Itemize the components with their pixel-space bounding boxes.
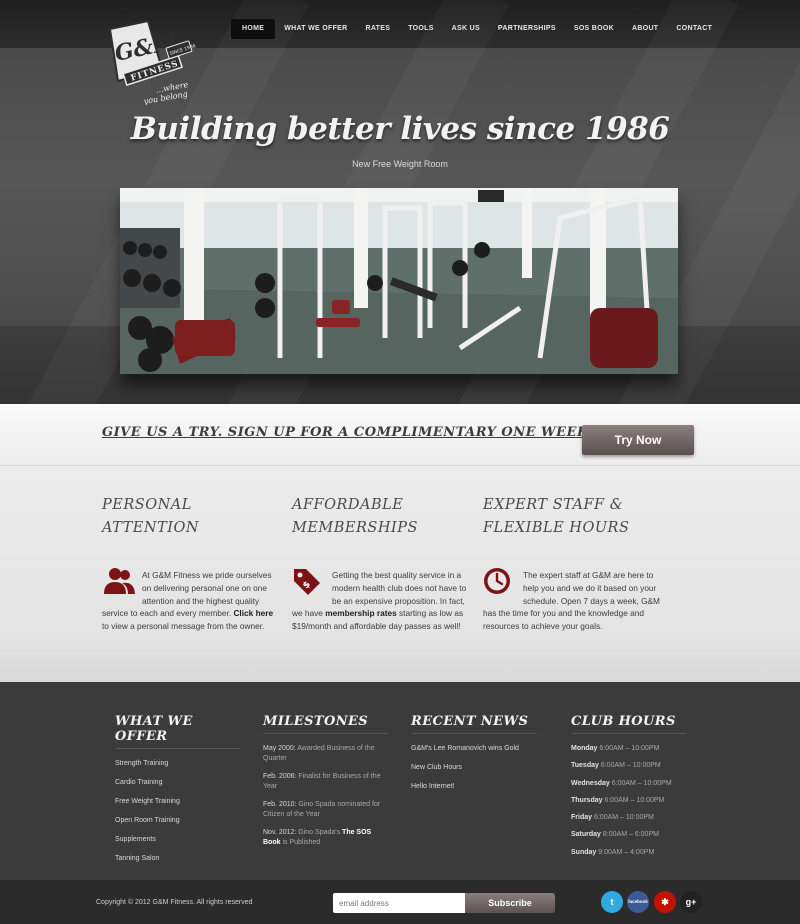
hours-day: Sunday (571, 848, 597, 856)
hours-row: Friday 6:00AM – 10:00PM (571, 813, 686, 823)
news-link[interactable]: Hello Internet! (411, 782, 537, 792)
hours-time: 6:00AM – 10:00PM (593, 814, 654, 822)
milestone-list: May 2000: Awarded Business of the Quarte… (263, 744, 388, 847)
gm-fitness-logo[interactable]: G&M FITNESS SINCE 1986 ...where you belo… (96, 17, 196, 105)
footer-column-title: RECENT NEWS (411, 714, 537, 734)
footer-recent-news: RECENT NEWS G&M's Lee Romanovich wins Go… (411, 714, 537, 801)
trial-bar: GIVE US A TRY. SIGN UP FOR A COMPLIMENTA… (0, 404, 800, 466)
footer: WHAT WE OFFER Strength Training Cardio Tr… (0, 682, 800, 880)
hours-day: Saturday (571, 831, 601, 839)
nav-item-ask-us[interactable]: ASK US (443, 19, 489, 39)
nav-item-home[interactable]: HOME (231, 19, 276, 39)
main-nav: HOME WHAT WE OFFER RATES TOOLS ASK US PARTNER… (231, 19, 721, 39)
hours-row: Tuesday 6:00AM – 10:00PM (571, 761, 686, 771)
google-plus-icon[interactable]: g+ (680, 891, 702, 913)
milestone-item: May 2000: Awarded Business of the Quarte… (263, 744, 388, 763)
nav-item-partnerships[interactable]: PARTNERSHIPS (489, 19, 565, 39)
offer-link[interactable]: Free Weight Training (115, 797, 240, 807)
feature-text: $ Getting the best quality service in a … (292, 569, 472, 633)
hours-time: 6:00AM – 10:00PM (600, 762, 661, 770)
hours-time: 6:00AM – 10:00PM (599, 745, 660, 752)
hero-heading: Building better lives since 1986 (130, 111, 670, 147)
hero-caption: New Free Weight Room (352, 159, 448, 169)
trial-signup-link[interactable]: GIVE US A TRY. SIGN UP FOR A COMPLIMENTA… (102, 425, 642, 440)
gym-photo (120, 188, 678, 374)
news-list: G&M's Lee Romanovich wins Gold New Club H… (411, 744, 537, 792)
news-link[interactable]: G&M's Lee Romanovich wins Gold (411, 744, 537, 754)
nav-item-contact[interactable]: CONTACT (667, 19, 721, 39)
twitter-icon[interactable]: t (601, 891, 623, 913)
news-link[interactable]: New Club Hours (411, 763, 537, 773)
features-section: PERSONAL ATTENTION At G&M Fitness we prid… (0, 466, 800, 682)
copyright-text: Copyright © 2012 G&M Fitness. All rights… (96, 899, 253, 906)
offer-link[interactable]: Cardio Training (115, 778, 240, 788)
hours-row: Monday 6:00AM – 10:00PM (571, 744, 686, 754)
hours-day: Wednesday (571, 779, 610, 787)
clock-icon (483, 567, 519, 595)
milestone-date: Feb. 2006: (263, 773, 297, 780)
feature-title: EXPERT STAFF & FLEXIBLE HOURS (483, 497, 630, 536)
hours-time: 8:00AM – 6:00PM (602, 831, 659, 839)
nav-item-sos-book[interactable]: SOS BOOK (565, 19, 623, 39)
hours-row: Saturday 8:00AM – 6:00PM (571, 830, 686, 840)
feature-personal-attention: PERSONAL ATTENTION At G&M Fitness we prid… (102, 494, 282, 633)
footer-milestones: MILESTONES May 2000: Awarded Business of… (263, 714, 388, 856)
hours-row: Thursday 6:00AM – 10:00PM (571, 796, 686, 806)
feature-text: At G&M Fitness we pride ourselves on del… (102, 567, 282, 633)
hours-time: 9:00AM – 4:00PM (598, 848, 655, 856)
nav-item-rates[interactable]: RATES (356, 19, 399, 39)
subscribe-button[interactable]: Subscribe (465, 893, 555, 913)
price-tag-icon: $ (292, 567, 328, 595)
offer-list: Strength Training Cardio Training Free Wei… (115, 759, 240, 864)
try-now-button[interactable]: Try Now (582, 425, 694, 455)
milestone-date: Nov. 2012: (263, 829, 297, 836)
nav-item-what-we-offer[interactable]: WHAT WE OFFER (275, 19, 356, 39)
milestone-date: May 2000: (263, 745, 296, 752)
hours-time: 6:00AM – 10:00PM (611, 779, 672, 787)
people-icon (102, 567, 138, 595)
feature-title: AFFORDABLE MEMBERSHIPS (292, 497, 418, 536)
feature-affordable-memberships: AFFORDABLE MEMBERSHIPS $ Getting the best… (292, 494, 472, 633)
hours-day: Tuesday (571, 762, 599, 770)
footer-column-title: MILESTONES (263, 714, 388, 734)
hours-row: Sunday 9:00AM – 4:00PM (571, 848, 686, 858)
membership-rates-link[interactable]: membership rates (325, 608, 396, 618)
owner-message-link[interactable]: Click here (233, 608, 273, 618)
feature-expert-staff: EXPERT STAFF & FLEXIBLE HOURS The expert … (483, 494, 663, 633)
milestone-date: Feb. 2010: (263, 801, 297, 808)
footer-column-title: CLUB HOURS (571, 714, 686, 734)
milestone-item: Feb. 2010: Gino Spada nominated for Citi… (263, 800, 388, 819)
offer-link[interactable]: Supplements (115, 835, 240, 845)
hero-section: G&M FITNESS SINCE 1986 ...where you belo… (0, 0, 800, 404)
facebook-icon[interactable]: facebook (627, 891, 649, 913)
offer-link[interactable]: Tanning Salon (115, 854, 240, 864)
newsletter-email-input[interactable] (333, 893, 465, 913)
footer-club-hours: CLUB HOURS Monday 6:00AM – 10:00PM Tuesda… (571, 714, 686, 865)
offer-link[interactable]: Strength Training (115, 759, 240, 769)
feature-title: PERSONAL ATTENTION (102, 497, 200, 536)
nav-item-about[interactable]: ABOUT (623, 19, 667, 39)
hours-day: Thursday (571, 796, 603, 804)
milestone-text: Gino Spada's (296, 829, 343, 836)
offer-link[interactable]: Open Room Training (115, 816, 240, 826)
milestone-item: Feb. 2006: Finalist for Business of the … (263, 772, 388, 791)
hours-day: Friday (571, 814, 593, 822)
yelp-icon[interactable]: ✱ (654, 891, 676, 913)
hours-list: Monday 6:00AM – 10:00PM Tuesday 6:00AM – … (571, 744, 686, 857)
feature-text: The expert staff at G&M are here to help… (483, 567, 663, 633)
footer-column-title: WHAT WE OFFER (115, 714, 240, 749)
nav-item-tools[interactable]: TOOLS (399, 19, 442, 39)
hours-time: 6:00AM – 10:00PM (604, 796, 665, 804)
hours-row: Wednesday 6:00AM – 10:00PM (571, 779, 686, 789)
milestone-item: Nov. 2012: Gino Spada's The SOS Book is … (263, 828, 388, 847)
milestone-text: is Published (280, 838, 321, 846)
hours-day: Monday (571, 745, 598, 752)
footer-what-we-offer: WHAT WE OFFER Strength Training Cardio Tr… (115, 714, 240, 873)
